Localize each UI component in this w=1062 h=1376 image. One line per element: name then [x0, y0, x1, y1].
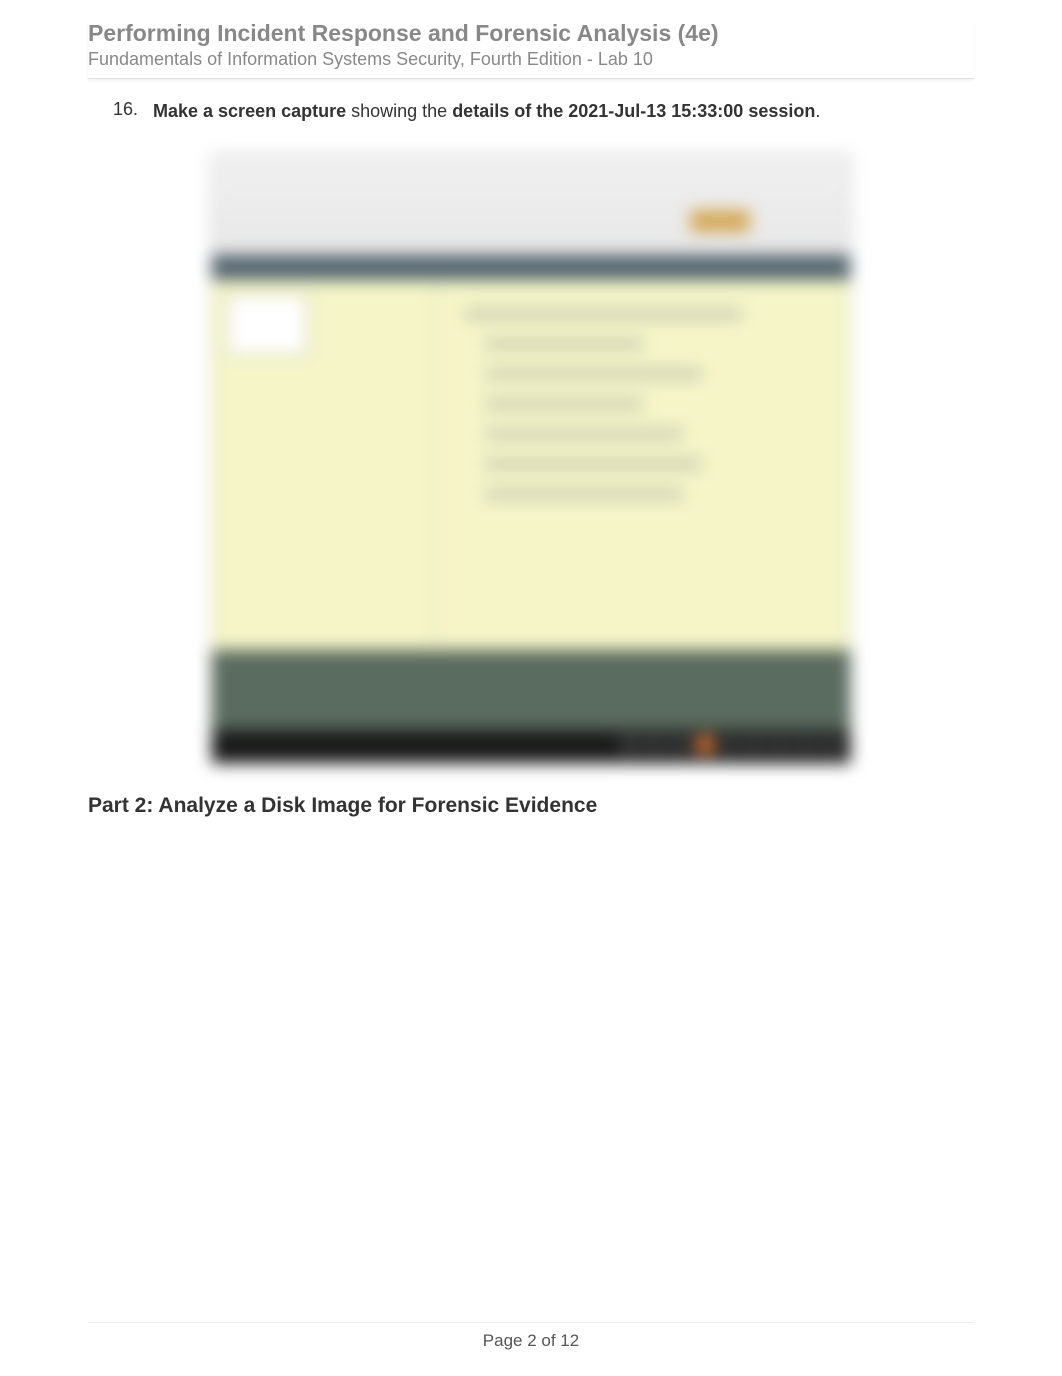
screenshot-taskbar-icons — [620, 735, 840, 755]
taskbar-icon — [620, 735, 640, 755]
item-bold-suffix: details of the 2021-Jul-13 15:33:00 sess… — [452, 101, 815, 121]
document-title: Performing Incident Response and Forensi… — [88, 20, 974, 47]
screenshot-taskbar — [212, 730, 850, 764]
screenshot-left-panel — [212, 280, 435, 650]
item-period: . — [815, 101, 820, 121]
item-middle: showing the — [346, 101, 452, 121]
instruction-item: 16. Make a screen capture showing the de… — [88, 99, 974, 124]
screenshot-button — [690, 210, 750, 232]
document-content: 16. Make a screen capture showing the de… — [88, 99, 974, 1322]
screenshot-titlebar-area — [212, 155, 850, 255]
document-header: Performing Incident Response and Forensi… — [88, 20, 974, 79]
item-number: 16. — [113, 99, 143, 124]
screenshot-text-line — [465, 308, 741, 320]
document-footer: Page 2 of 12 — [88, 1322, 974, 1376]
item-text: Make a screen capture showing the detail… — [153, 99, 820, 124]
taskbar-icon — [820, 735, 840, 755]
section-heading: Part 2: Analyze a Disk Image for Forensi… — [88, 794, 974, 818]
screenshot-body — [212, 280, 850, 650]
page-number: Page 2 of 12 — [88, 1331, 974, 1351]
taskbar-icon — [695, 735, 715, 755]
screenshot-panel-box — [227, 295, 307, 355]
taskbar-icon — [720, 735, 740, 755]
taskbar-icon — [770, 735, 790, 755]
embedded-screenshot-blurred — [211, 154, 851, 764]
screenshot-right-panel — [435, 280, 850, 650]
screenshot-text-line — [485, 368, 702, 380]
screenshot-text-line — [485, 398, 643, 410]
taskbar-icon — [670, 735, 690, 755]
screenshot-text-line — [485, 458, 702, 470]
screenshot-toolbar — [212, 255, 850, 280]
screenshot-footer-area — [212, 650, 850, 730]
item-bold-prefix: Make a screen capture — [153, 101, 346, 121]
screenshot-text-line — [485, 338, 643, 350]
screenshot-text-line — [485, 428, 682, 440]
taskbar-icon — [745, 735, 765, 755]
screenshot-text-line — [485, 488, 682, 500]
taskbar-icon — [645, 735, 665, 755]
document-subtitle: Fundamentals of Information Systems Secu… — [88, 49, 974, 70]
taskbar-icon — [795, 735, 815, 755]
